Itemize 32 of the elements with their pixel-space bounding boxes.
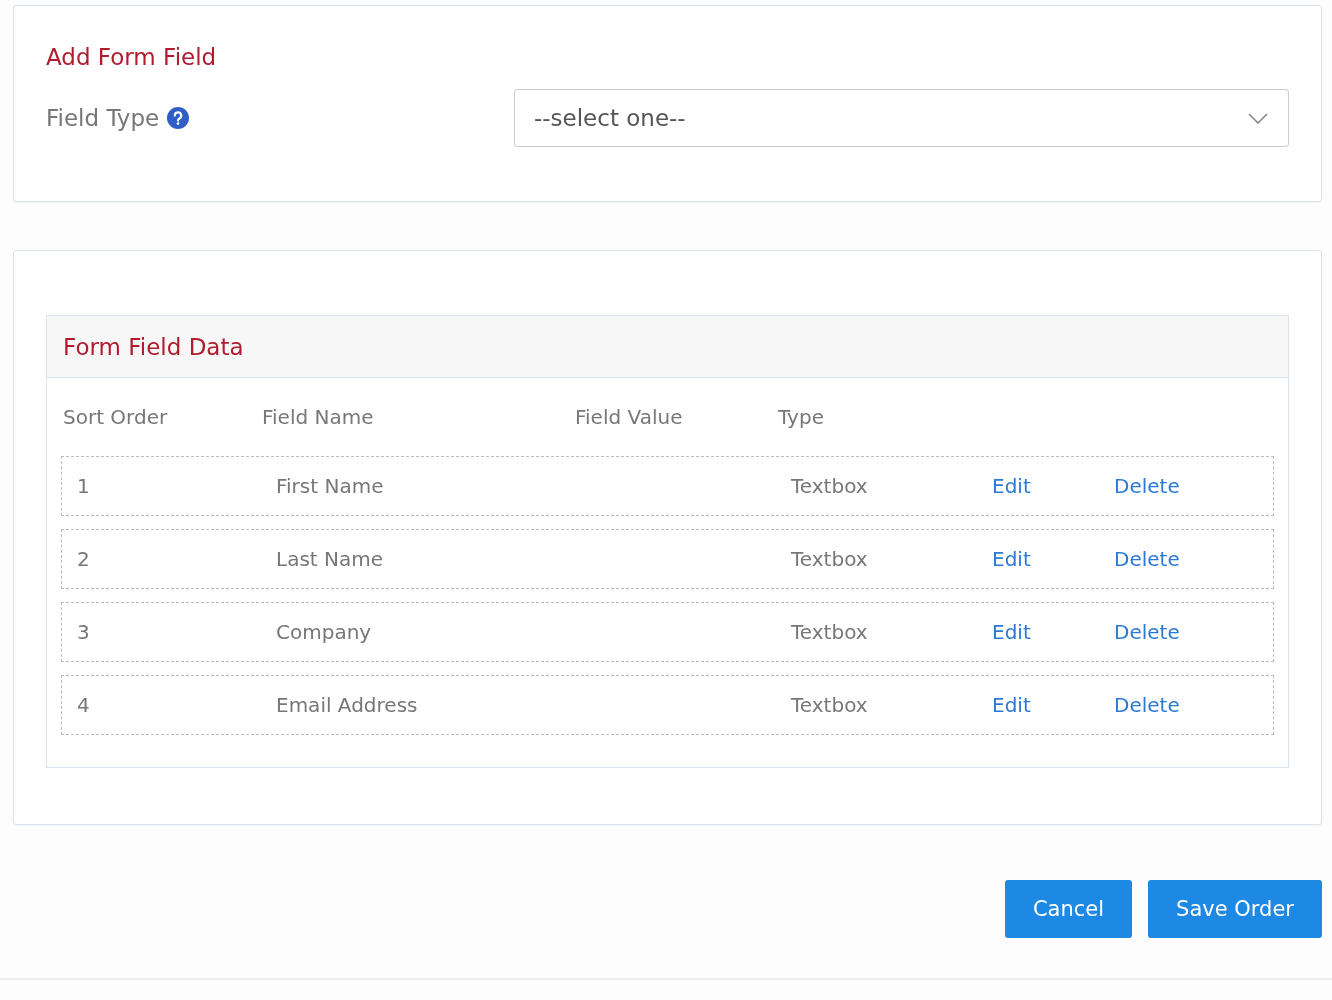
type-cell-text: Textbox bbox=[791, 620, 869, 644]
column-header: Type bbox=[778, 405, 825, 429]
delete-link[interactable]: Delete bbox=[1114, 620, 1180, 644]
cancel-button[interactable]: Cancel bbox=[1004, 880, 1133, 938]
edit-link[interactable]: Edit bbox=[992, 474, 1031, 498]
sort-order-cell-text: 2 bbox=[77, 547, 91, 571]
column-header: Field Name bbox=[262, 405, 375, 429]
field-name-cell-text: Last Name bbox=[276, 547, 385, 571]
type-cell-text: Textbox bbox=[791, 474, 869, 498]
field-label: Field Type bbox=[46, 105, 160, 131]
type-cell-text: Textbox bbox=[791, 547, 869, 571]
field-name-cell-text: Company bbox=[276, 620, 373, 644]
field-name-cell-text: First Name bbox=[276, 474, 385, 498]
column-header: Sort Order bbox=[63, 405, 169, 429]
field-type-select[interactable]: --select one-- bbox=[514, 89, 1289, 147]
delete-link[interactable]: Delete bbox=[1114, 474, 1180, 498]
delete-link[interactable]: Delete bbox=[1114, 693, 1180, 717]
field-name-cell-text: Email Address bbox=[276, 693, 419, 717]
sort-order-cell-text: 1 bbox=[77, 474, 91, 498]
sort-order-cell-text: 4 bbox=[77, 693, 91, 717]
chevron-down-icon bbox=[1248, 112, 1268, 124]
delete-link[interactable]: Delete bbox=[1114, 547, 1180, 571]
save-order-button[interactable]: Save Order bbox=[1148, 880, 1322, 938]
panel-title: Form Field Data bbox=[63, 333, 244, 360]
help-icon[interactable] bbox=[167, 107, 190, 129]
edit-link[interactable]: Edit bbox=[992, 620, 1031, 644]
sort-order-cell-text: 3 bbox=[77, 620, 91, 644]
edit-link[interactable]: Edit bbox=[992, 547, 1031, 571]
type-cell-text: Textbox bbox=[791, 693, 869, 717]
card-title: Add Form Field bbox=[46, 43, 218, 71]
edit-link[interactable]: Edit bbox=[992, 693, 1031, 717]
column-header: Field Value bbox=[575, 405, 684, 429]
